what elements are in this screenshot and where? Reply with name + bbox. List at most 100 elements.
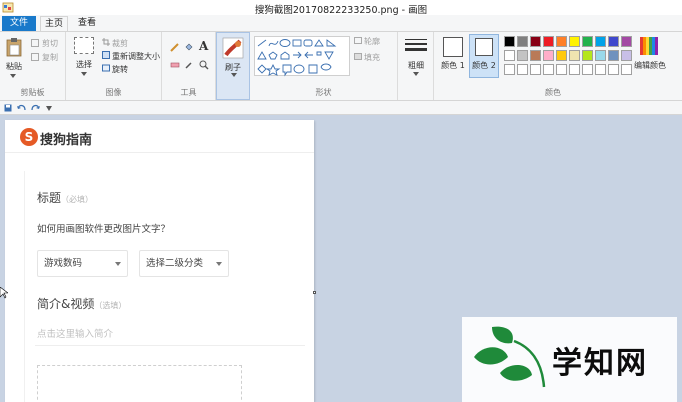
tools-group: A 工具 — [162, 32, 216, 100]
palette-row — [504, 50, 634, 62]
color-swatch[interactable] — [582, 64, 593, 75]
intro-placeholder: 点击这里输入简介 — [37, 329, 114, 340]
shapes-group-label: 形状 — [315, 88, 332, 97]
watermark-text: 学知网 — [552, 346, 648, 381]
color-swatch[interactable] — [543, 50, 554, 61]
color1-button[interactable]: 颜色 1 — [438, 35, 468, 75]
color-swatch[interactable] — [582, 50, 593, 61]
copy-icon — [31, 53, 39, 61]
color-swatch[interactable] — [517, 50, 528, 61]
resize-icon — [102, 51, 110, 59]
color-swatch[interactable] — [569, 50, 580, 61]
upload-box — [37, 365, 242, 402]
title-field-label: 标题（必填） — [37, 189, 93, 206]
redo-icon[interactable] — [31, 104, 40, 112]
color-swatch[interactable] — [608, 64, 619, 75]
outline-button[interactable]: 轮廓 — [364, 36, 380, 47]
color-swatch[interactable] — [556, 64, 567, 75]
colors-group-label: 颜色 — [545, 88, 561, 97]
category-select-value: 游戏数码 — [44, 258, 83, 269]
color-swatch[interactable] — [530, 50, 541, 61]
edit-colors-button[interactable]: 编辑颜色 — [632, 60, 668, 71]
brushes-button[interactable]: 刷子 — [216, 32, 250, 100]
color-swatch[interactable] — [504, 36, 515, 47]
color-swatch[interactable] — [530, 36, 541, 47]
paste-button[interactable]: 粘贴 — [2, 61, 26, 72]
paste-icon[interactable] — [6, 37, 22, 57]
fill-icon — [354, 53, 362, 60]
eraser-icon[interactable] — [170, 60, 180, 70]
color-palette — [504, 36, 634, 76]
color-swatch[interactable] — [504, 64, 515, 75]
tab-file[interactable]: 文件 — [2, 16, 36, 31]
image-group-label: 图像 — [105, 88, 122, 97]
intro-label-text: 简介&视频 — [37, 297, 95, 311]
tab-view[interactable]: 查看 — [73, 16, 101, 31]
ribbon: 粘贴 剪切 复制 剪贴板 选择 裁剪 重新调整大小 旋转 图像 A 工具 刷子 … — [0, 31, 682, 101]
size-button[interactable]: 粗细 — [398, 32, 434, 100]
color2-button[interactable]: 颜色 2 — [469, 34, 499, 78]
color-swatch[interactable] — [582, 36, 593, 47]
select-button[interactable]: 选择 — [70, 59, 98, 70]
cut-button[interactable]: 剪切 — [42, 38, 58, 49]
color-swatch[interactable] — [595, 64, 606, 75]
color-swatch[interactable] — [621, 36, 632, 47]
color-swatch[interactable] — [517, 64, 528, 75]
color2-swatch — [475, 38, 493, 56]
tab-home[interactable]: 主页 — [40, 16, 68, 31]
image-group: 选择 裁剪 重新调整大小 旋转 图像 — [66, 32, 162, 100]
color-swatch[interactable] — [556, 50, 567, 61]
crop-button[interactable]: 裁剪 — [112, 38, 128, 49]
fill-bucket-icon[interactable] — [184, 42, 194, 52]
text-tool-icon[interactable]: A — [199, 39, 208, 53]
palette-row — [504, 64, 634, 76]
color-swatch[interactable] — [556, 36, 567, 47]
color-swatch[interactable] — [595, 50, 606, 61]
color-swatch[interactable] — [569, 36, 580, 47]
color2-label: 颜色 2 — [472, 61, 496, 70]
undo-icon[interactable] — [17, 104, 26, 112]
clipboard-group-label: 剪贴板 — [20, 88, 45, 97]
window-title: 搜狗截图20170822233250.png - 画图 — [254, 5, 428, 16]
cut-icon — [31, 39, 39, 47]
size-label: 粗细 — [408, 61, 424, 70]
image-canvas[interactable]: S 搜狗指南 标题（必填） 如何用画图软件更改图片文字？ 游戏数码 选择二级分类… — [5, 120, 314, 402]
color-swatch[interactable] — [608, 36, 619, 47]
color-swatch[interactable] — [504, 50, 515, 61]
shapes-icon — [257, 39, 337, 77]
color-swatch[interactable] — [608, 50, 619, 61]
color1-swatch — [443, 37, 463, 57]
shapes-gallery[interactable] — [254, 36, 350, 77]
color-swatch[interactable] — [595, 36, 606, 47]
subcategory-select: 选择二级分类 — [139, 250, 229, 277]
caret-down-icon — [216, 262, 222, 266]
color-swatch[interactable] — [621, 64, 632, 75]
select-icon[interactable] — [74, 37, 94, 54]
color-picker-icon[interactable] — [184, 60, 194, 70]
rotate-button[interactable]: 旋转 — [112, 64, 128, 75]
resize-handle[interactable] — [313, 291, 316, 294]
chevron-down-icon[interactable] — [81, 72, 87, 76]
rotate-icon — [102, 64, 110, 72]
edit-colors-icon — [640, 37, 658, 55]
copy-button[interactable]: 复制 — [42, 52, 58, 63]
subcategory-select-value: 选择二级分类 — [146, 258, 204, 269]
color-swatch[interactable] — [517, 36, 528, 47]
magnifier-icon[interactable] — [199, 60, 209, 70]
color-swatch[interactable] — [569, 64, 580, 75]
brand-name: 搜狗指南 — [40, 133, 93, 148]
pencil-icon[interactable] — [170, 42, 180, 52]
save-icon[interactable] — [4, 104, 12, 112]
customize-qat-icon[interactable] — [46, 106, 52, 111]
line-size-icon — [405, 39, 427, 51]
color-swatch[interactable] — [543, 36, 554, 47]
intro-field-label: 简介&视频（选填） — [37, 295, 126, 312]
fill-button[interactable]: 填充 — [364, 52, 380, 63]
color-swatch[interactable] — [530, 64, 541, 75]
resize-button[interactable]: 重新调整大小 — [112, 51, 160, 62]
leaf-logo-icon — [474, 326, 546, 388]
chevron-down-icon[interactable] — [10, 74, 16, 78]
color-swatch[interactable] — [621, 50, 632, 61]
color-swatch[interactable] — [543, 64, 554, 75]
caret-down-icon — [115, 262, 121, 266]
